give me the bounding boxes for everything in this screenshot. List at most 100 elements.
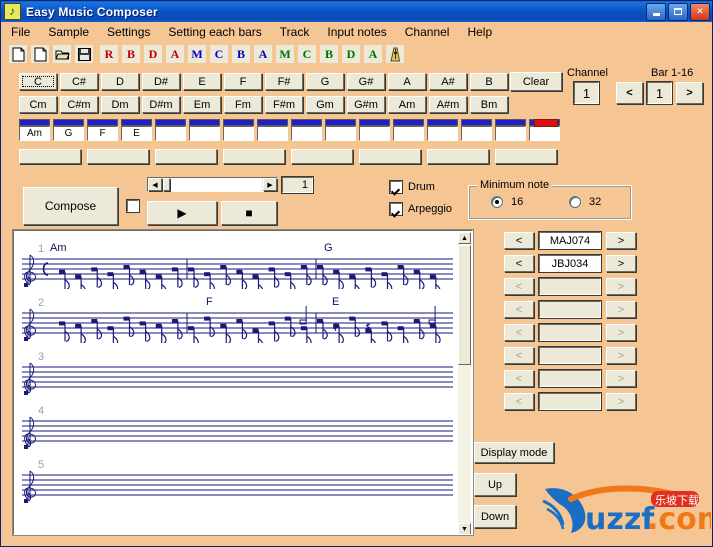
menu-file[interactable]: File [11,25,30,39]
chord-button-Gm[interactable]: Gm [306,96,344,113]
bar-setting-button-3[interactable] [155,149,217,164]
pattern-prev-button-2[interactable]: < [504,255,534,272]
bar-setting-button-2[interactable] [87,149,149,164]
arpeggio-option[interactable]: Arpeggio [389,202,452,216]
progression-slot-13[interactable] [427,119,458,141]
menu-settings[interactable]: Settings [107,25,150,39]
rhythm-r-icon[interactable]: R [99,44,119,64]
radio-32[interactable] [569,196,581,208]
chord-button-Csharp[interactable]: C# [60,73,98,90]
bass-b2-icon[interactable]: B [231,44,251,64]
progression-slot-14[interactable] [461,119,492,141]
menu-input-notes[interactable]: Input notes [327,25,386,39]
maximize-button[interactable] [668,2,688,21]
down-button[interactable]: Down [474,505,516,528]
progression-slot-12[interactable] [393,119,424,141]
menu-sample[interactable]: Sample [48,25,89,39]
progression-slot-value[interactable] [155,126,186,141]
progression-slot-value[interactable]: F [87,126,118,141]
display-mode-button[interactable]: Display mode [474,442,554,463]
chord-button-D[interactable]: D [101,73,139,90]
progression-slot-1[interactable]: Am [19,119,50,141]
progression-slot-7[interactable] [223,119,254,141]
progression-slot-value[interactable] [393,126,424,141]
close-icon[interactable]: ✕ [690,2,710,21]
position-scrollbar[interactable]: ◀ ▶ [147,177,278,192]
progression-slot-value[interactable] [461,126,492,141]
progression-slot-value[interactable]: G [53,126,84,141]
chord-button-B[interactable]: B [470,73,508,90]
progression-slot-4[interactable]: E [121,119,152,141]
bar-setting-button-8[interactable] [495,149,557,164]
chord-button-Dsharpm[interactable]: D#m [142,96,180,113]
chord-c-icon[interactable]: C [209,44,229,64]
chord-c2-icon[interactable]: C [297,44,317,64]
scroll-up-icon[interactable]: ▲ [458,232,471,244]
scroll-thumb[interactable] [163,178,170,191]
chord-button-Fm[interactable]: Fm [224,96,262,113]
progression-slot-value[interactable] [257,126,288,141]
arpeggio-a2-icon[interactable]: A [253,44,273,64]
pattern-prev-button-1[interactable]: < [504,232,534,249]
progression-slot-value[interactable] [189,126,220,141]
menu-track[interactable]: Track [280,25,310,39]
chord-button-Csharpm[interactable]: C#m [60,96,98,113]
scroll-track[interactable] [171,178,262,191]
minimize-button[interactable] [646,2,666,21]
chord-button-Bm[interactable]: Bm [470,96,508,113]
progression-slot-6[interactable] [189,119,220,141]
chord-button-Asharpm[interactable]: A#m [429,96,467,113]
progression-slot-8[interactable] [257,119,288,141]
progression-slot-value[interactable] [359,126,390,141]
menu-help[interactable]: Help [467,25,492,39]
channel-value[interactable]: 1 [573,81,600,105]
score-vertical-scrollbar[interactable]: ▲ ▼ [458,232,471,534]
up-button[interactable]: Up [474,473,516,496]
minimum-note-32[interactable]: 32 [569,196,601,208]
loop-checkbox[interactable] [126,199,140,213]
scroll-down-icon[interactable]: ▼ [458,523,471,534]
score-scroll-thumb[interactable] [458,245,471,365]
progression-slot-15[interactable] [495,119,526,141]
bass-b3-icon[interactable]: B [319,44,339,64]
chord-button-Asharp[interactable]: A# [429,73,467,90]
staff-1[interactable]: 1 Am G [14,242,459,289]
play-button[interactable]: ▶ [147,201,217,225]
chord-button-Dsharp[interactable]: D# [142,73,180,90]
bar-setting-button-5[interactable] [291,149,353,164]
progression-slot-11[interactable] [359,119,390,141]
chord-button-Gsharpm[interactable]: G#m [347,96,385,113]
drum-option[interactable]: Drum [389,180,435,194]
bar-setting-button-6[interactable] [359,149,421,164]
new-file-icon[interactable] [8,44,28,64]
minimum-note-16[interactable]: 16 [491,196,523,208]
progression-slot-value[interactable]: Am [19,126,50,141]
bar-value[interactable]: 1 [646,81,673,105]
metronome-icon[interactable] [385,44,405,64]
staff-2[interactable]: 2 F E [14,296,459,343]
radio-16[interactable] [491,196,503,208]
pattern-next-button-1[interactable]: > [606,232,636,249]
pattern-next-button-2[interactable]: > [606,255,636,272]
chord-button-Fsharpm[interactable]: F#m [265,96,303,113]
pattern-value-1[interactable]: MAJ074 [538,231,602,250]
chord-button-F[interactable]: F [224,73,262,90]
bass-b-icon[interactable]: B [121,44,141,64]
chord-button-E[interactable]: E [183,73,221,90]
staff-5[interactable]: 5 [14,459,459,505]
bar-setting-button-7[interactable] [427,149,489,164]
progression-slot-value[interactable]: E [121,126,152,141]
chord-button-Em[interactable]: Em [183,96,221,113]
drum-d2-icon[interactable]: D [341,44,361,64]
melody-m-icon[interactable]: M [187,44,207,64]
scroll-right-icon[interactable]: ▶ [263,178,277,191]
compose-button[interactable]: Compose [23,187,118,225]
progression-slot-2[interactable]: G [53,119,84,141]
bar-next-button[interactable]: > [676,82,703,104]
bar-setting-button-1[interactable] [19,149,81,164]
progression-slot-value[interactable] [495,126,526,141]
progression-slot-3[interactable]: F [87,119,118,141]
menu-channel[interactable]: Channel [405,25,450,39]
chord-button-Dm[interactable]: Dm [101,96,139,113]
open-file-icon[interactable] [52,44,72,64]
